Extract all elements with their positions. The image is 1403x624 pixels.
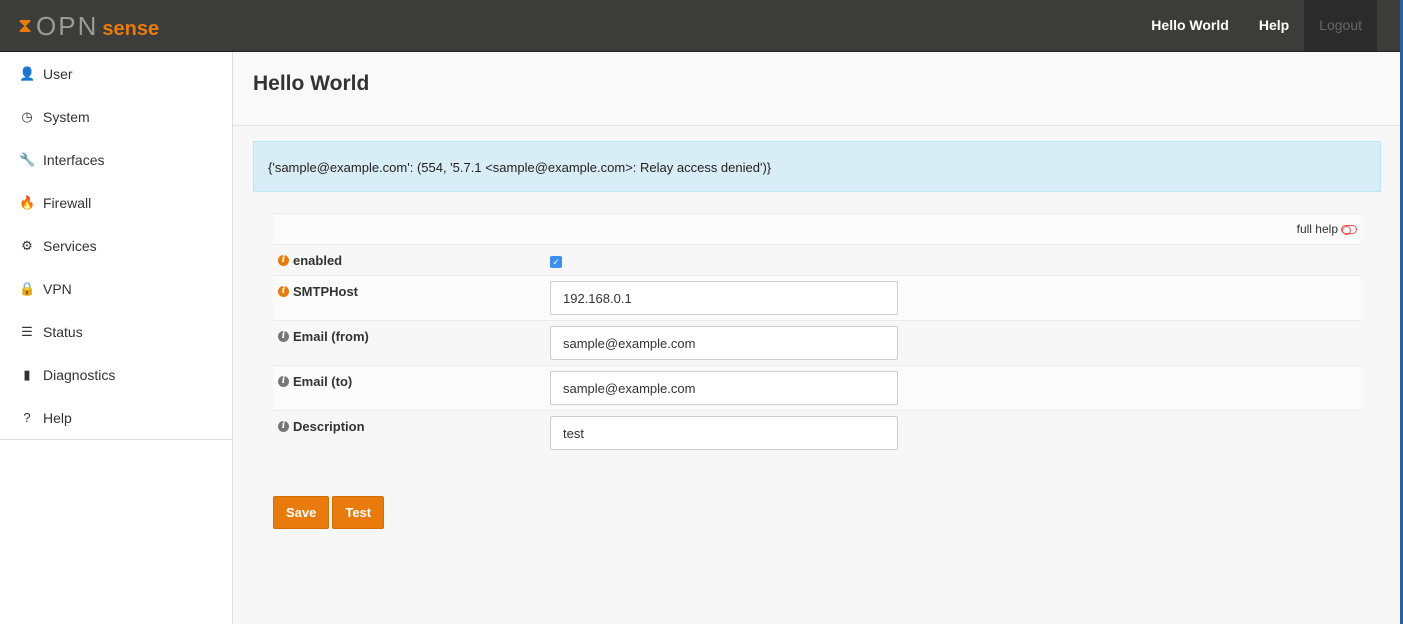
smtphost-input[interactable]	[550, 281, 898, 315]
sidebar-item-label: User	[43, 65, 73, 82]
page-title: Hello World	[253, 72, 370, 95]
info-icon[interactable]: i	[278, 331, 289, 342]
field-enabled: i enabled ✓	[273, 244, 1361, 275]
field-smtphost: i SMTPHost	[273, 275, 1361, 320]
sidebar-item-vpn[interactable]: 🔒 VPN	[0, 267, 232, 310]
sidebar-item-label: Help	[43, 409, 72, 426]
wrench-icon: 🔧	[19, 151, 36, 167]
sidebar-item-status[interactable]: ☰ Status	[0, 310, 232, 353]
bar-chart-icon: ▮	[23, 366, 31, 382]
save-button[interactable]: Save	[273, 496, 330, 529]
sidebar-item-label: Firewall	[43, 194, 92, 211]
cog-icon: ⚙	[21, 237, 33, 253]
logo-text: OPN	[36, 11, 99, 41]
sidebar-item-user[interactable]: 👤 User	[0, 52, 232, 95]
field-email-from: i Email (from)	[273, 320, 1361, 365]
field-label: enabled	[293, 253, 343, 268]
nav-hello-world[interactable]: Hello World	[1136, 0, 1244, 51]
sidebar: 👤 User ◷ System 🔧 Interfaces 🔥 Firewall ⚙ Service…	[0, 52, 233, 624]
fire-icon: 🔥	[19, 194, 36, 210]
dashboard-icon: ◷	[21, 108, 33, 124]
sidebar-item-system[interactable]: ◷ System	[0, 95, 232, 138]
field-label: Email (from)	[293, 329, 369, 344]
nav-logout[interactable]: Logout	[1304, 0, 1377, 51]
sidebar-item-label: Diagnostics	[43, 366, 116, 383]
sidebar-item-label: Services	[43, 237, 97, 254]
field-label: Description	[293, 419, 365, 434]
sidebar-item-help[interactable]: ? Help	[0, 396, 232, 439]
sidebar-item-firewall[interactable]: 🔥 Firewall	[0, 181, 232, 224]
sidebar-item-label: Interfaces	[43, 151, 105, 168]
alert-message: {'sample@example.com': (554, '5.7.1 <sam…	[253, 141, 1381, 192]
info-icon[interactable]: i	[278, 286, 289, 297]
logo-mark-icon: ⧗	[18, 15, 33, 37]
sidebar-item-interfaces[interactable]: 🔧 Interfaces	[0, 138, 232, 181]
description-input[interactable]	[550, 416, 898, 450]
info-icon[interactable]: i	[278, 421, 289, 432]
server-icon: ☰	[21, 323, 33, 339]
page-header: Hello World	[233, 52, 1400, 126]
info-icon[interactable]: i	[278, 376, 289, 387]
info-icon[interactable]: i	[278, 255, 289, 266]
lock-icon: 🔒	[19, 280, 36, 296]
sidebar-item-label: Status	[43, 323, 83, 340]
sidebar-item-label: VPN	[43, 280, 72, 297]
full-help-label: full help	[1296, 222, 1338, 236]
field-description: i Description	[273, 410, 1361, 455]
full-help-row: full help	[273, 213, 1361, 244]
user-icon: 👤	[19, 65, 36, 81]
full-help-toggle[interactable]	[1341, 224, 1357, 235]
question-icon: ?	[23, 410, 31, 425]
logo-text-accent: sense	[102, 18, 160, 40]
sidebar-item-services[interactable]: ⚙ Services	[0, 224, 232, 267]
email-from-input[interactable]	[550, 326, 898, 360]
field-label: Email (to)	[293, 374, 353, 389]
email-to-input[interactable]	[550, 371, 898, 405]
nav-help[interactable]: Help	[1244, 0, 1304, 51]
field-label: SMTPHost	[293, 284, 358, 299]
top-navbar: ⧗ OPN sense Hello World Help Logout	[0, 0, 1400, 52]
field-email-to: i Email (to)	[273, 365, 1361, 410]
test-button[interactable]: Test	[332, 496, 385, 529]
enabled-checkbox[interactable]: ✓	[550, 256, 562, 268]
sidebar-item-label: System	[43, 108, 90, 125]
sidebar-item-diagnostics[interactable]: ▮ Diagnostics	[0, 353, 232, 396]
opnsense-logo[interactable]: ⧗ OPN sense	[18, 11, 159, 42]
settings-form: full help i enabled ✓ i SMTPHost i Email (f…	[273, 213, 1361, 455]
